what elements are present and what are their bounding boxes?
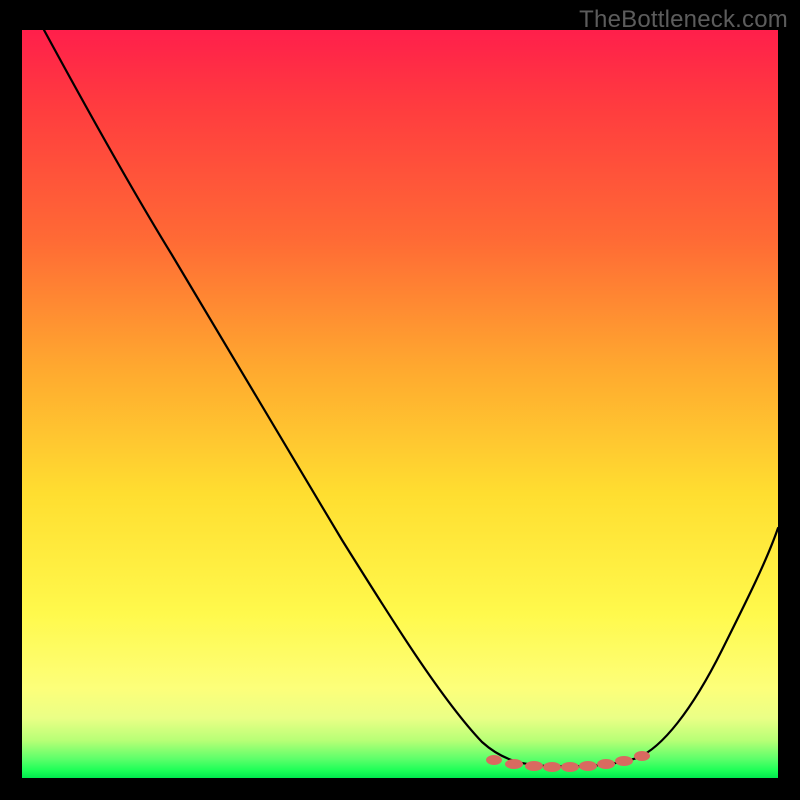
- flat-marker: [615, 756, 633, 766]
- flat-marker: [525, 761, 543, 771]
- flat-region-markers: [486, 751, 650, 772]
- bottleneck-curve: [44, 30, 778, 766]
- flat-marker: [561, 762, 579, 772]
- flat-marker: [634, 751, 650, 761]
- chart-svg: [22, 30, 778, 778]
- watermark-text: TheBottleneck.com: [579, 6, 788, 34]
- flat-marker: [505, 759, 523, 769]
- chart-frame: TheBottleneck.com: [0, 0, 800, 800]
- flat-marker: [579, 761, 597, 771]
- flat-marker: [486, 755, 502, 765]
- plot-area: [22, 30, 778, 778]
- flat-marker: [543, 762, 561, 772]
- flat-marker: [597, 759, 615, 769]
